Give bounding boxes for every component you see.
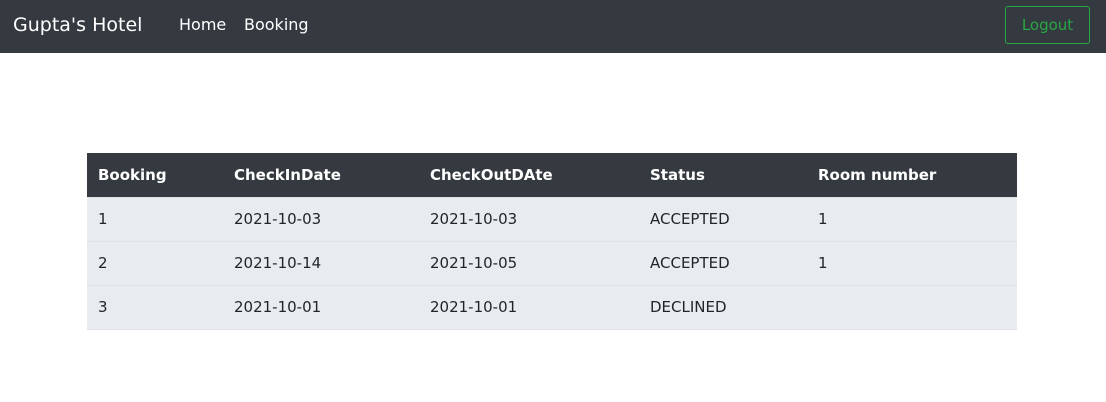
- top-navbar: Gupta's Hotel Home Booking Logout: [0, 0, 1106, 53]
- header-checkin-date: CheckInDate: [234, 165, 341, 184]
- header-room-number: Room number: [818, 165, 937, 184]
- table-header: Booking CheckInDate CheckOutDAte Status …: [87, 153, 1017, 197]
- cell-booking-id: 2: [87, 240, 223, 285]
- cell-checkin-date: 2021-10-03: [223, 196, 419, 241]
- nav-link-booking[interactable]: Booking: [244, 14, 309, 36]
- header-row: Booking CheckInDate CheckOutDAte Status …: [87, 153, 1017, 197]
- logout-button[interactable]: Logout: [1005, 6, 1090, 44]
- cell-checkout-date: 2021-10-01: [419, 284, 639, 330]
- table-row: 3 2021-10-01 2021-10-01 DECLINED: [87, 284, 1017, 330]
- cell-room-number: 1: [807, 240, 1017, 285]
- table-body: 1 2021-10-03 2021-10-03 ACCEPTED 1 2 202…: [87, 196, 1017, 330]
- cell-status: ACCEPTED: [639, 240, 807, 285]
- cell-checkin-date: 2021-10-01: [223, 284, 419, 330]
- cell-room-number: [807, 284, 1017, 330]
- bookings-table: Booking CheckInDate CheckOutDAte Status …: [87, 153, 1017, 330]
- cell-checkout-date: 2021-10-03: [419, 196, 639, 241]
- header-checkout-date: CheckOutDAte: [430, 165, 553, 184]
- cell-booking-id: 1: [87, 196, 223, 241]
- cell-room-number: 1: [807, 196, 1017, 241]
- cell-status: ACCEPTED: [639, 196, 807, 241]
- cell-checkout-date: 2021-10-05: [419, 240, 639, 285]
- header-status: Status: [650, 165, 705, 184]
- cell-checkin-date: 2021-10-14: [223, 240, 419, 285]
- cell-status: DECLINED: [639, 284, 807, 330]
- brand-title[interactable]: Gupta's Hotel: [13, 12, 142, 38]
- nav-link-home[interactable]: Home: [179, 14, 226, 36]
- cell-booking-id: 3: [87, 284, 223, 330]
- header-booking: Booking: [98, 165, 167, 184]
- table-row: 2 2021-10-14 2021-10-05 ACCEPTED 1: [87, 240, 1017, 285]
- table-row: 1 2021-10-03 2021-10-03 ACCEPTED 1: [87, 196, 1017, 241]
